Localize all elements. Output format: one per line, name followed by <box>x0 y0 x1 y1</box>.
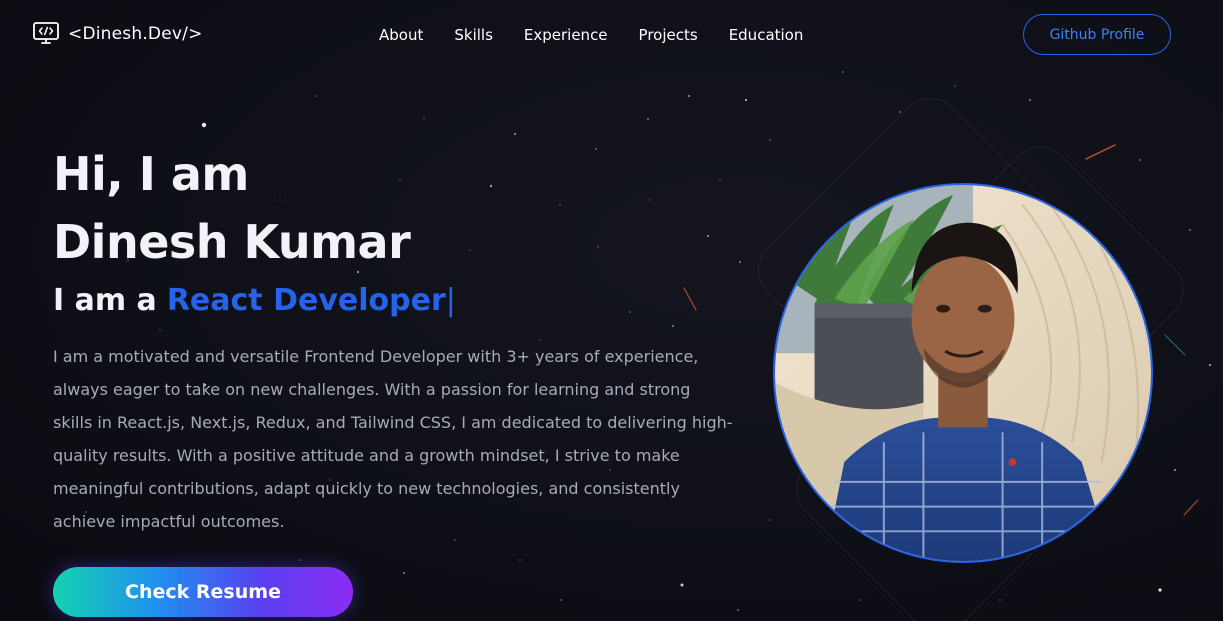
github-profile-button[interactable]: Github Profile <box>1023 14 1171 55</box>
role-typewriter-text: React Developer <box>166 283 446 318</box>
profile-photo-illustration <box>775 185 1151 561</box>
top-navbar: <Dinesh.Dev/> About Skills Experience Pr… <box>0 0 1223 70</box>
nav-link-experience[interactable]: Experience <box>524 26 608 44</box>
monitor-code-icon <box>33 22 59 44</box>
typing-caret: | <box>445 283 456 318</box>
nav-link-about[interactable]: About <box>379 26 423 44</box>
logo-text: <Dinesh.Dev/> <box>68 24 203 44</box>
hero-name: Dinesh Kumar <box>53 215 411 269</box>
hero-bio: I am a motivated and versatile Frontend … <box>53 347 733 531</box>
hero-heading: Hi, I am Dinesh Kumar <box>53 140 411 276</box>
nav-link-education[interactable]: Education <box>729 26 804 44</box>
role-line: I am a React Developer| <box>53 283 456 318</box>
main-nav: About Skills Experience Projects Educati… <box>379 26 803 44</box>
site-logo[interactable]: <Dinesh.Dev/> <box>32 20 203 48</box>
nav-link-projects[interactable]: Projects <box>639 26 698 44</box>
profile-photo <box>773 183 1153 563</box>
portfolio-page: <Dinesh.Dev/> About Skills Experience Pr… <box>0 0 1223 621</box>
check-resume-button[interactable]: Check Resume <box>53 567 353 617</box>
nav-link-skills[interactable]: Skills <box>454 26 493 44</box>
role-prefix: I am a <box>53 283 157 318</box>
hero-greeting: Hi, I am <box>53 147 249 201</box>
